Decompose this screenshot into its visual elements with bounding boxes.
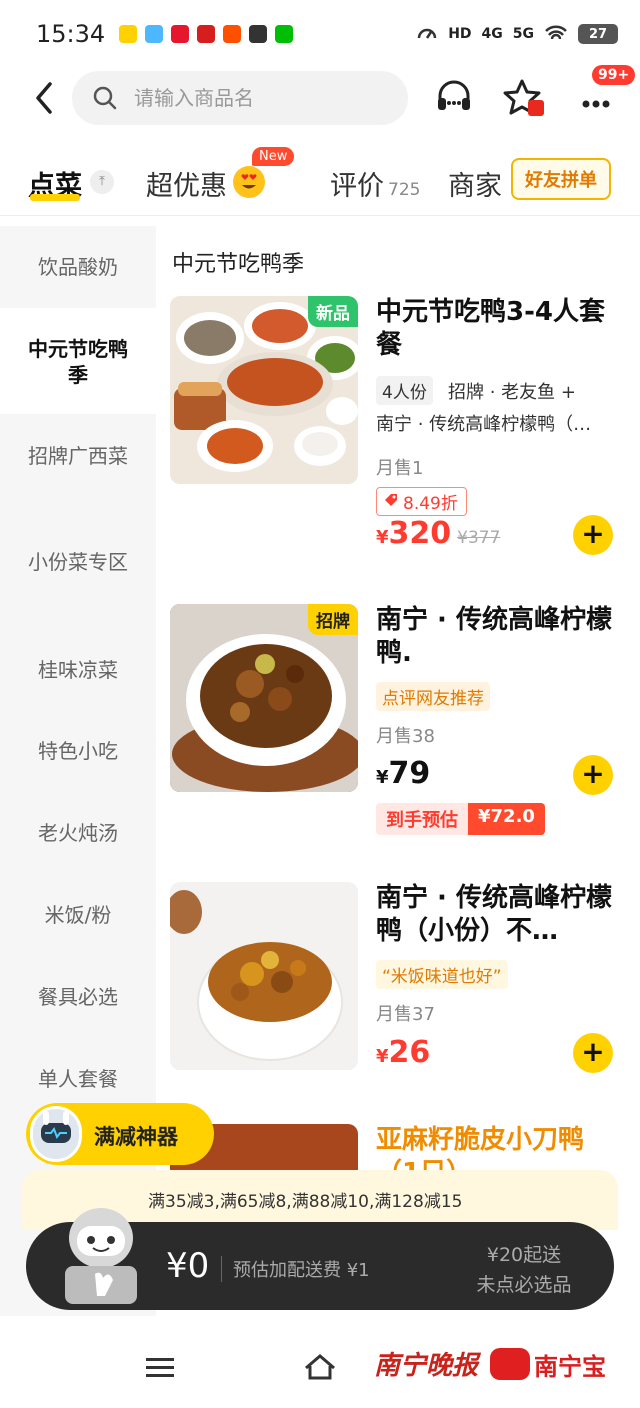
product-spec: 招牌 · 老友鱼 + <box>448 382 576 403</box>
estimated-price-tag: 到手预估 ¥72.0 <box>376 803 545 835</box>
sidebar-item-small-portions[interactable]: 小份菜专区 <box>0 549 156 575</box>
tab-reviews[interactable]: 评价 725 <box>330 164 420 203</box>
delivery-fee: 预估加配送费 ¥1 <box>233 1260 370 1281</box>
sidebar-item-drinks[interactable]: 饮品酸奶 <box>0 254 156 280</box>
tab-reviews-label: 评价 <box>330 171 384 202</box>
network-4g: 4G <box>481 26 503 42</box>
discount-text: 8.49折 <box>403 494 458 514</box>
price-value: 26 <box>388 1035 431 1070</box>
price-currency: ¥ <box>376 1046 389 1067</box>
product-image-set-meal[interactable]: 新品 <box>170 296 358 484</box>
sidebar-item-rice-noodles[interactable]: 米饭/粉 <box>0 902 156 928</box>
price-currency: ¥ <box>376 527 389 548</box>
monthly-sales: 月售37 <box>376 1004 435 1025</box>
recommend-badge: 点评网友推荐 <box>376 682 490 711</box>
speed-icon <box>417 28 437 39</box>
robot-delivery-icon[interactable] <box>55 1198 147 1308</box>
section-title: 中元节吃鸭季 <box>172 252 305 277</box>
status-bar: 15:34 HD 4G 5G 27 <box>0 0 640 68</box>
weibo-icon <box>171 25 190 43</box>
tab-merchant[interactable]: 商家 <box>448 164 502 203</box>
taobao-icon <box>223 25 242 43</box>
product-description: 南宁 · 传统高峰柠檬鸭（… <box>376 414 592 435</box>
newspaper-watermark: 南宁晚报 <box>374 1351 479 1381</box>
product-price: ¥79 <box>376 756 430 791</box>
network-5g: 5G <box>512 26 534 42</box>
price-value: 79 <box>388 756 431 791</box>
discount-tag: 8.49折 <box>376 487 467 516</box>
discount-helper-label: 满减神器 <box>94 1125 178 1149</box>
product-image-small-lemon-duck[interactable] <box>170 882 358 1070</box>
search-box[interactable] <box>72 71 408 125</box>
add-to-cart-button[interactable]: + <box>573 1033 613 1073</box>
add-to-cart-button[interactable]: + <box>573 515 613 555</box>
brand-watermark: 南宁宝 <box>534 1353 606 1381</box>
sidebar-item-single-meal[interactable]: 单人套餐 <box>0 1066 156 1092</box>
home-icon[interactable] <box>302 1352 338 1382</box>
product-price: ¥26 <box>376 1035 430 1070</box>
meituan-app-icon <box>119 25 138 43</box>
robot-mascot-icon <box>30 1106 82 1162</box>
review-count: 725 <box>388 180 421 200</box>
battery-indicator: 27 <box>578 24 618 44</box>
sidebar-item-tableware[interactable]: 餐具必选 <box>0 984 156 1010</box>
cart-divider <box>221 1256 222 1282</box>
status-time: 15:34 <box>36 20 106 48</box>
product-name[interactable]: 南宁 · 传统高峰柠檬鸭. <box>376 604 616 670</box>
search-input[interactable] <box>134 86 374 110</box>
friend-order-button[interactable]: 好友拼单 <box>511 158 611 200</box>
nanningbao-logo-icon <box>490 1348 530 1380</box>
product-name[interactable]: 中元节吃鸭3-4人套餐 <box>376 296 616 362</box>
sidebar-item-soups[interactable]: 老火炖汤 <box>0 820 156 846</box>
product-name[interactable]: 亚麻籽脆皮小刀鸭（1只） <box>376 1124 616 1170</box>
sidebar-item-snacks[interactable]: 特色小吃 <box>0 738 156 764</box>
hd-indicator: HD <box>448 26 472 42</box>
estimate-label: 到手预估 <box>376 803 468 835</box>
header: 99+ <box>0 65 640 128</box>
min-order-info: ¥20起送 未点必选品 <box>440 1240 608 1300</box>
price-value: 320 <box>388 516 452 551</box>
discount-icon <box>385 494 397 506</box>
product-price: ¥320 ¥377 <box>376 516 500 551</box>
tab-active-indicator <box>30 194 80 201</box>
back-arrow-icon[interactable] <box>30 80 60 116</box>
product-image-lemon-duck[interactable]: 招牌 <box>170 604 358 792</box>
monthly-sales: 月售38 <box>376 726 435 747</box>
product-name[interactable]: 南宁 · 传统高峰柠檬鸭（小份）不… <box>376 882 616 948</box>
app-icon <box>197 25 216 43</box>
cart-total: ¥0 <box>166 1246 210 1286</box>
wifi-icon <box>545 25 567 40</box>
new-badge: New <box>252 147 295 166</box>
spec-tag: 4人份 <box>376 376 433 405</box>
signature-tag: 招牌 <box>308 604 358 635</box>
search-icon <box>93 86 117 110</box>
app-icon <box>145 25 164 43</box>
favorite-star-icon[interactable] <box>502 76 546 120</box>
sidebar-item-duck-festival[interactable]: 中元节吃鸭季 <box>0 308 156 414</box>
video-app-icon <box>249 25 268 43</box>
price-currency: ¥ <box>376 767 389 788</box>
menu-icon[interactable] <box>146 1356 174 1380</box>
heart-eyes-emoji-icon <box>233 166 265 198</box>
sidebar-item-guangxi-signature[interactable]: 招牌广西菜 <box>0 443 156 469</box>
estimate-price: ¥72.0 <box>468 803 545 835</box>
pin-top-icon[interactable]: ⤒ <box>90 170 114 194</box>
sidebar-item-cold-dishes[interactable]: 桂味凉菜 <box>0 657 156 683</box>
add-to-cart-button[interactable]: + <box>573 755 613 795</box>
notification-badge: 99+ <box>592 65 636 85</box>
discount-rules-text: 满35减3,满65减8,满88减10,满128减15 <box>148 1192 463 1212</box>
min-order-amount: ¥20起送 <box>486 1244 562 1266</box>
iqiyi-icon <box>275 25 294 43</box>
monthly-sales: 月售1 <box>376 458 424 479</box>
review-quote: “米饭味道也好” <box>376 960 508 989</box>
status-indicators: HD 4G 5G 27 <box>416 23 618 45</box>
customer-service-icon[interactable] <box>432 76 476 120</box>
tab-deals[interactable]: 超优惠 <box>146 164 227 203</box>
new-product-tag: 新品 <box>308 296 358 327</box>
required-item-warning: 未点必选品 <box>476 1274 572 1296</box>
original-price: ¥377 <box>457 528 501 548</box>
